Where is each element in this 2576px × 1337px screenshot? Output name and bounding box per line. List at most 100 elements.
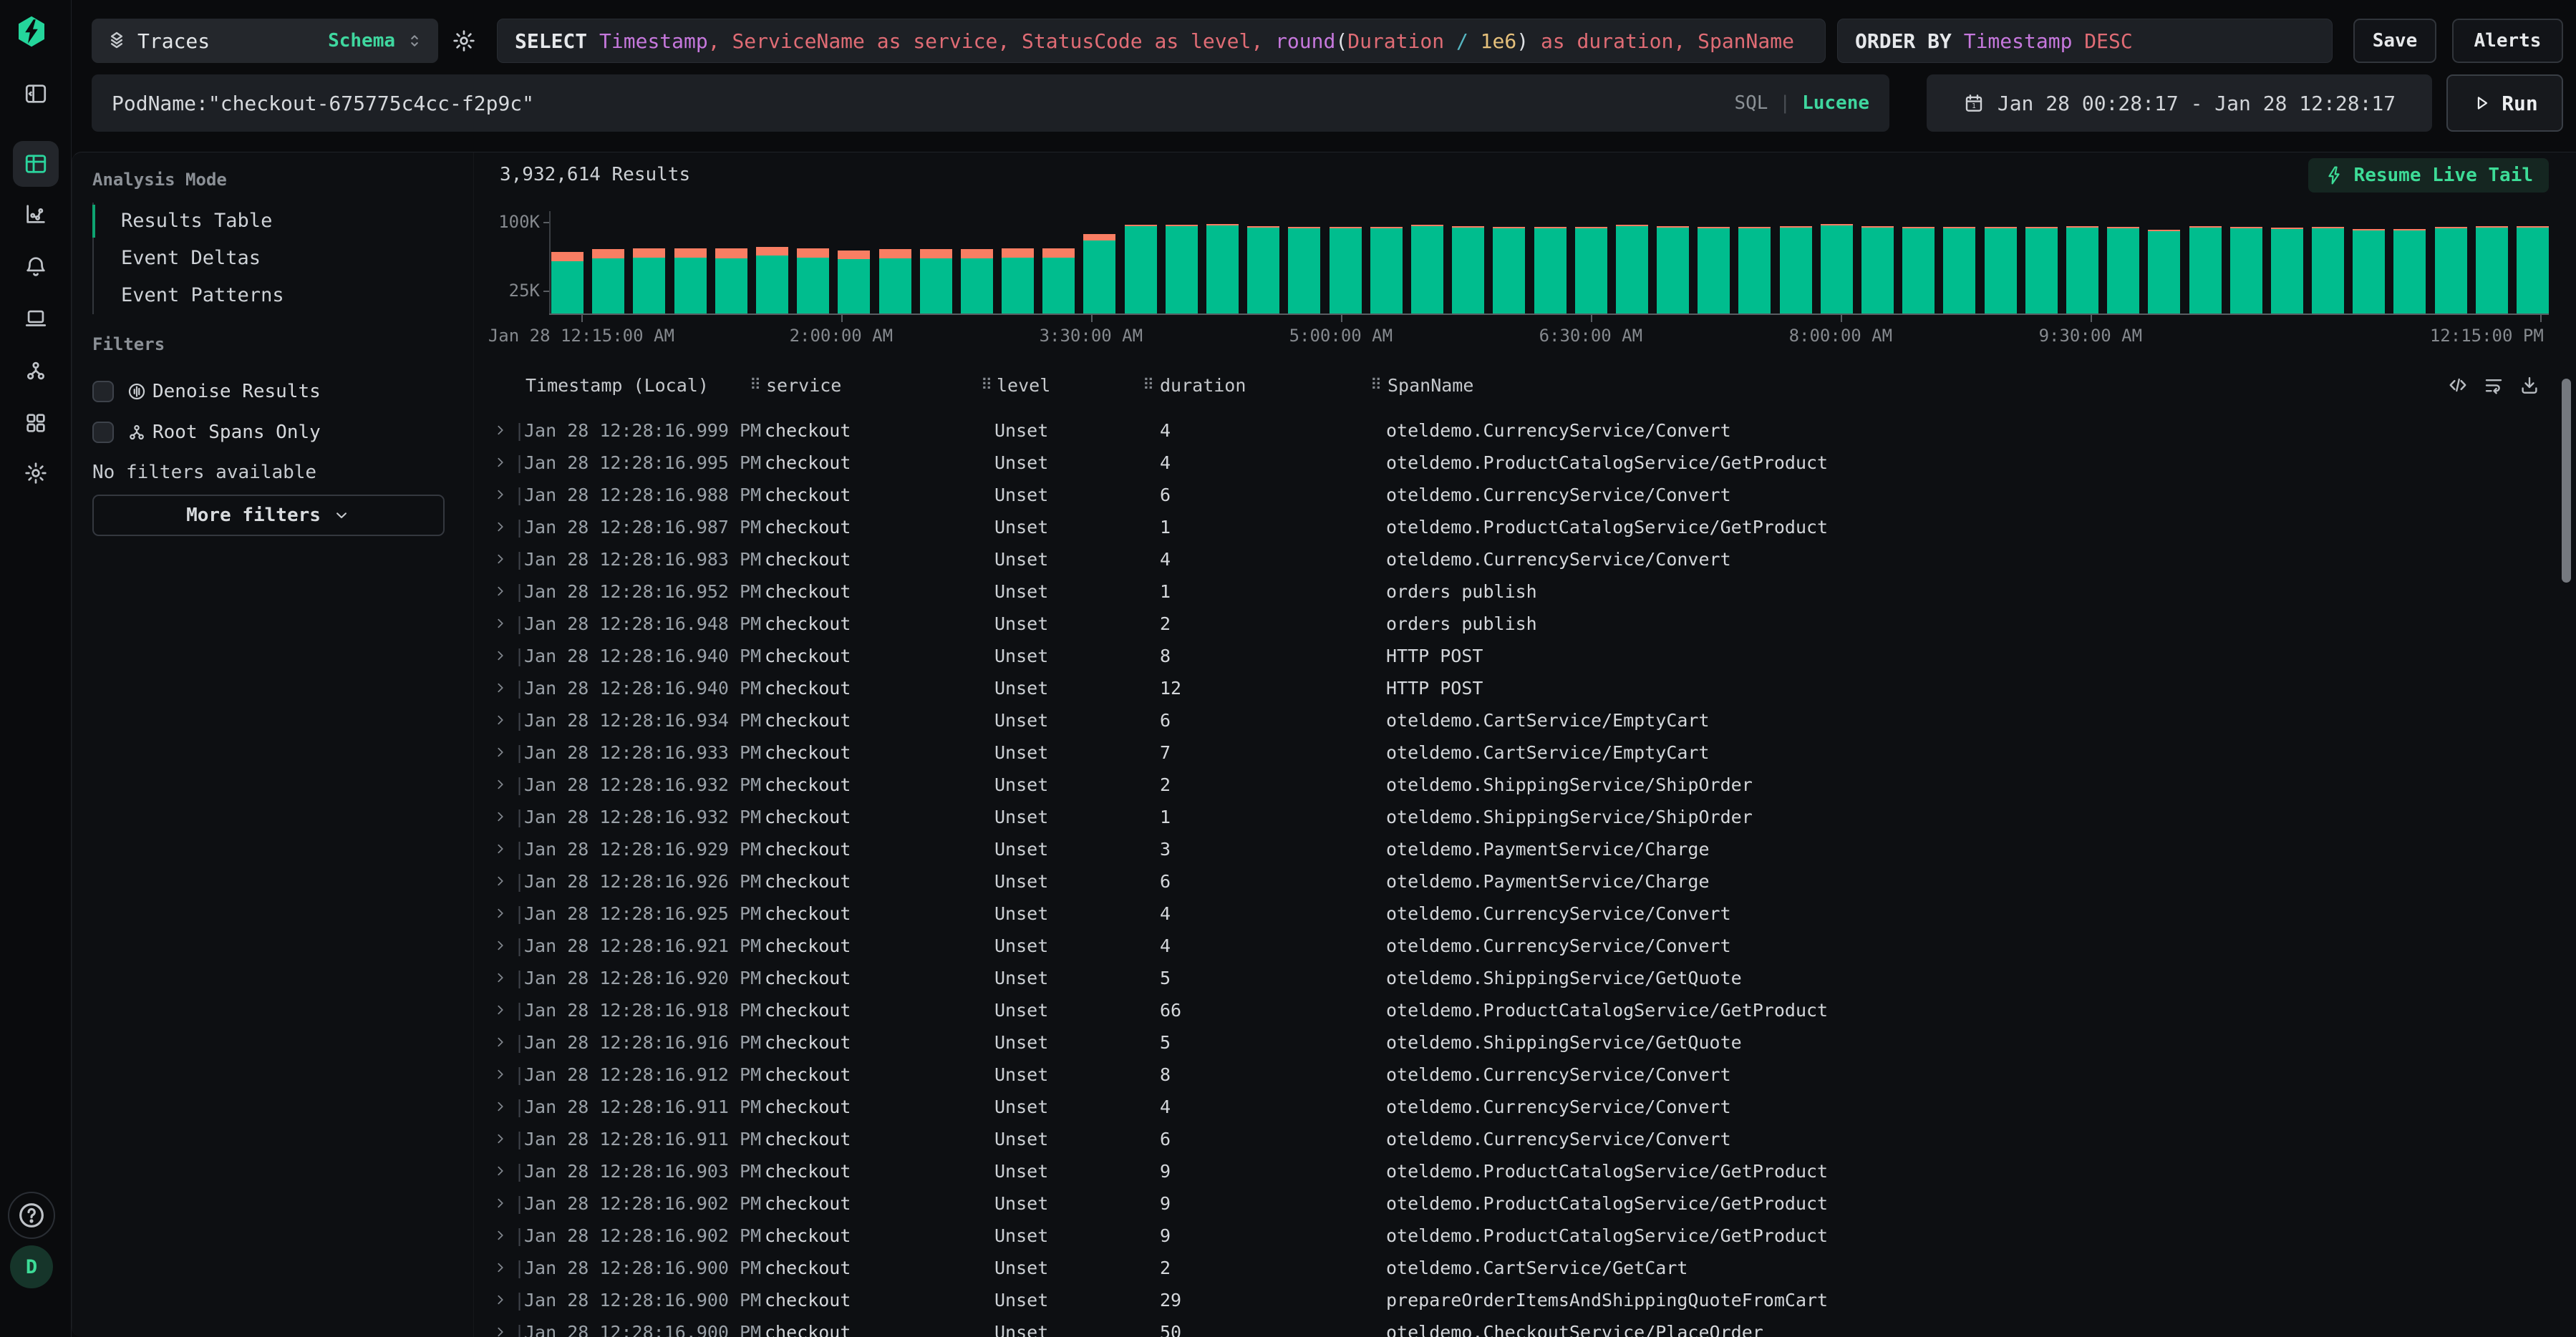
column-header-spanname[interactable]: SpanName — [1388, 370, 1473, 402]
expand-row-chevron-icon[interactable] — [493, 1034, 508, 1050]
table-row[interactable]: |Jan 28 12:28:16.999 PMcheckoutUnset4ote… — [474, 414, 2576, 447]
expand-row-chevron-icon[interactable] — [493, 777, 508, 792]
column-header-duration[interactable]: duration — [1160, 370, 1246, 402]
language-toggle-lucene[interactable]: Lucene — [1802, 92, 1869, 114]
histogram-bar[interactable] — [715, 248, 747, 313]
checkbox[interactable] — [92, 381, 114, 402]
histogram-bar[interactable] — [633, 248, 665, 313]
histogram-bar[interactable] — [2476, 226, 2508, 313]
histogram-bar[interactable] — [2312, 227, 2344, 313]
analysis-mode-event-deltas[interactable]: Event Deltas — [94, 240, 459, 277]
histogram-bar[interactable] — [2025, 227, 2058, 313]
order-by-editor[interactable]: ORDER BY Timestamp DESC — [1837, 19, 2333, 63]
expand-row-chevron-icon[interactable] — [493, 487, 508, 502]
table-row[interactable]: |Jan 28 12:28:16.902 PMcheckoutUnset9ote… — [474, 1187, 2576, 1220]
expand-row-chevron-icon[interactable] — [493, 519, 508, 535]
expand-row-chevron-icon[interactable] — [493, 841, 508, 857]
table-row[interactable]: |Jan 28 12:28:16.900 PMcheckoutUnset50ot… — [474, 1316, 2576, 1337]
sidebar-item-panel-collapse[interactable] — [24, 82, 48, 106]
filter-denoise-results[interactable]: Denoise Results — [92, 371, 321, 412]
expand-row-chevron-icon[interactable] — [493, 1131, 508, 1147]
table-row[interactable]: |Jan 28 12:28:16.932 PMcheckoutUnset1ote… — [474, 801, 2576, 833]
expand-row-chevron-icon[interactable] — [493, 744, 508, 760]
table-row[interactable]: |Jan 28 12:28:16.916 PMcheckoutUnset5ote… — [474, 1026, 2576, 1059]
resume-live-tail-button[interactable]: Resume Live Tail — [2308, 158, 2549, 193]
histogram-bar[interactable] — [1330, 227, 1362, 313]
sidebar-item-sessions-laptop[interactable] — [24, 306, 48, 331]
table-row[interactable]: |Jan 28 12:28:16.918 PMcheckoutUnset66ot… — [474, 994, 2576, 1026]
table-row[interactable]: |Jan 28 12:28:16.983 PMcheckoutUnset4ote… — [474, 543, 2576, 575]
histogram-bar[interactable] — [838, 251, 870, 313]
histogram-bar[interactable] — [920, 249, 952, 313]
histogram-bar[interactable] — [1125, 225, 1157, 313]
sidebar-item-chart-explorer[interactable] — [24, 202, 48, 226]
column-header-service[interactable]: service — [766, 370, 841, 402]
histogram-bar[interactable] — [2230, 227, 2262, 313]
histogram-bar[interactable] — [2271, 228, 2303, 313]
histogram-bar[interactable] — [1166, 225, 1198, 313]
sql-select-editor[interactable]: SELECT Timestamp, ServiceName as service… — [497, 19, 1826, 63]
histogram-bar[interactable] — [2517, 226, 2549, 313]
histogram-bar[interactable] — [797, 248, 829, 313]
histogram-bar[interactable] — [1780, 226, 1812, 313]
table-row[interactable]: |Jan 28 12:28:16.925 PMcheckoutUnset4ote… — [474, 898, 2576, 930]
column-grip-icon[interactable]: ⠿ — [1370, 370, 1382, 402]
expand-row-chevron-icon[interactable] — [493, 1002, 508, 1018]
histogram-bar[interactable] — [1247, 226, 1279, 313]
histogram-bar[interactable] — [1002, 248, 1034, 313]
wrap-text-icon[interactable] — [2483, 374, 2504, 396]
expand-row-chevron-icon[interactable] — [493, 680, 508, 696]
expand-row-chevron-icon[interactable] — [493, 1163, 508, 1179]
sidebar-item-service-map[interactable] — [24, 359, 48, 383]
expand-row-chevron-icon[interactable] — [493, 1324, 508, 1337]
histogram-bar[interactable] — [2393, 229, 2426, 313]
filter-root-spans-only[interactable]: Root Spans Only — [92, 412, 321, 452]
expand-row-chevron-icon[interactable] — [493, 648, 508, 663]
table-row[interactable]: |Jan 28 12:28:16.902 PMcheckoutUnset9ote… — [474, 1220, 2576, 1252]
avatar[interactable]: D — [10, 1245, 53, 1288]
expand-row-chevron-icon[interactable] — [493, 938, 508, 953]
column-header-level[interactable]: level — [997, 370, 1050, 402]
expand-row-chevron-icon[interactable] — [493, 712, 508, 728]
table-row[interactable]: |Jan 28 12:28:16.903 PMcheckoutUnset9ote… — [474, 1155, 2576, 1187]
expand-row-chevron-icon[interactable] — [493, 873, 508, 889]
histogram-bar[interactable] — [756, 247, 788, 313]
histogram-bar[interactable] — [2066, 226, 2098, 313]
sidebar-item-results-table[interactable] — [13, 141, 59, 187]
source-selector[interactable]: Traces Schema — [92, 19, 438, 63]
expand-row-chevron-icon[interactable] — [493, 616, 508, 631]
histogram-bar[interactable] — [2353, 229, 2385, 313]
table-row[interactable]: |Jan 28 12:28:16.926 PMcheckoutUnset6ote… — [474, 865, 2576, 898]
table-row[interactable]: |Jan 28 12:28:16.911 PMcheckoutUnset6ote… — [474, 1123, 2576, 1155]
table-row[interactable]: |Jan 28 12:28:16.948 PMcheckoutUnset2ord… — [474, 608, 2576, 640]
analysis-mode-results-table[interactable]: Results Table — [94, 203, 459, 240]
column-grip-icon[interactable]: ⠿ — [1143, 370, 1154, 402]
histogram-bar[interactable] — [551, 252, 584, 313]
expand-row-chevron-icon[interactable] — [493, 454, 508, 470]
expand-row-chevron-icon[interactable] — [493, 1292, 508, 1308]
code-icon[interactable] — [2447, 374, 2469, 396]
sidebar-item-dashboards[interactable] — [24, 411, 48, 435]
histogram-bar[interactable] — [1411, 225, 1443, 313]
histogram-bar[interactable] — [1861, 226, 1894, 313]
histogram-bar[interactable] — [1370, 227, 1403, 313]
table-row[interactable]: |Jan 28 12:28:16.995 PMcheckoutUnset4ote… — [474, 447, 2576, 479]
help-button[interactable] — [8, 1192, 55, 1239]
table-row[interactable]: |Jan 28 12:28:16.940 PMcheckoutUnset12HT… — [474, 672, 2576, 704]
column-grip-icon[interactable]: ⠿ — [981, 370, 992, 402]
histogram-bar[interactable] — [1452, 226, 1484, 313]
histogram-bar[interactable] — [1985, 227, 2017, 313]
download-icon[interactable] — [2519, 374, 2540, 396]
expand-row-chevron-icon[interactable] — [493, 970, 508, 986]
expand-row-chevron-icon[interactable] — [493, 422, 508, 438]
source-settings-gear-icon[interactable] — [452, 29, 476, 53]
sidebar-item-team-settings[interactable] — [24, 461, 48, 485]
table-row[interactable]: |Jan 28 12:28:16.933 PMcheckoutUnset7ote… — [474, 736, 2576, 769]
table-row[interactable]: |Jan 28 12:28:16.988 PMcheckoutUnset6ote… — [474, 479, 2576, 511]
expand-row-chevron-icon[interactable] — [493, 1195, 508, 1211]
histogram-bar[interactable] — [1083, 234, 1115, 313]
expand-row-chevron-icon[interactable] — [493, 1066, 508, 1082]
histogram-bar[interactable] — [1616, 225, 1648, 313]
table-row[interactable]: |Jan 28 12:28:16.934 PMcheckoutUnset6ote… — [474, 704, 2576, 736]
sidebar-item-alerts-bell[interactable] — [24, 254, 48, 278]
